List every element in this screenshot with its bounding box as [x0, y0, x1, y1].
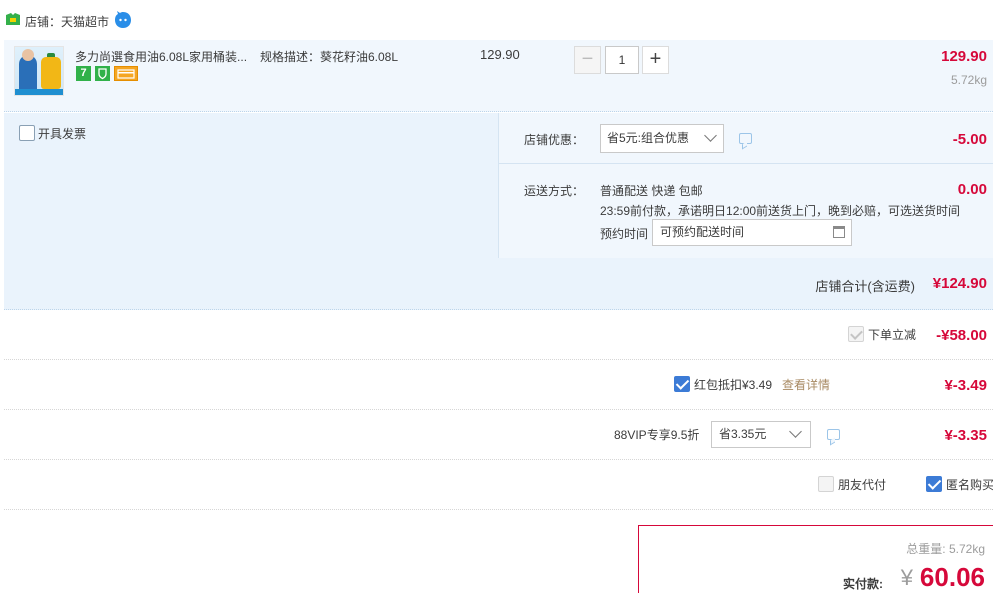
coupon-value: -5.00 — [952, 131, 987, 148]
anonymous-label: 匿名购买 — [946, 478, 993, 492]
quantity-stepper: − 1 + — [574, 46, 670, 74]
chevron-down-icon — [704, 129, 717, 142]
payment-summary: 总重量: 5.72kg 实付款: ¥ 60.06 — [638, 525, 993, 593]
wangwang-chat-icon[interactable] — [114, 11, 132, 29]
invoice-checkbox-box[interactable] — [19, 125, 35, 141]
vip-label: 88VIP专享9.5折 — [614, 428, 700, 442]
panel-divider — [499, 163, 993, 164]
instant-discount-label: 下单立减 — [868, 328, 917, 342]
shop-options-panel: 店铺优惠： 省5元:组合优惠 -5.00 运送方式： 普通配送 快递 包邮 23… — [498, 113, 993, 258]
quantity-decrease-button[interactable]: − — [574, 46, 601, 74]
friend-pay-checkbox[interactable]: 朋友代付 — [818, 476, 886, 493]
thumbnail-bottle — [41, 57, 61, 89]
appointment-placeholder: 可预约配送时间 — [660, 225, 745, 239]
calendar-icon[interactable] — [833, 226, 845, 238]
coupon-label: 店铺优惠： — [524, 133, 585, 147]
shop-total-value: ¥124.90 — [932, 275, 987, 292]
thumbnail-band — [15, 89, 63, 95]
thumbnail-head — [22, 49, 34, 61]
shipping-value: 0.00 — [957, 181, 987, 198]
shop-icon — [6, 13, 20, 25]
redpacket-value: ¥-3.49 — [944, 377, 987, 394]
appointment-time-input[interactable]: 可预约配送时间 — [652, 219, 852, 246]
instant-discount-checkbox: 下单立减 — [848, 326, 916, 343]
vip-discount-select[interactable]: 省3.35元 — [711, 421, 811, 448]
quantity-increase-button[interactable]: + — [642, 46, 669, 74]
redpacket-row: 红包抵扣¥3.49 查看详情 ¥-3.49 — [4, 360, 993, 410]
shop-total-row: 店铺合计(含运费) ¥124.90 — [4, 258, 993, 310]
invoice-checkbox[interactable]: 开具发票 — [19, 125, 86, 142]
redpacket-detail-link[interactable]: 查看详情 — [782, 378, 830, 392]
vip-selected-value: 省3.35元 — [719, 427, 767, 441]
instant-discount-row: 下单立减 -¥58.00 — [4, 310, 993, 360]
redpacket-checkbox[interactable]: 红包抵扣¥3.49 查看详情 — [674, 376, 830, 393]
shop-name[interactable]: 店铺：天猫超市 — [25, 13, 109, 30]
pay-amount: 60.06 — [919, 562, 985, 592]
seven-day-return-icon[interactable]: 7 — [76, 66, 91, 81]
shipping-promise: 23:59前付款，承诺明日12:00前送货上门，晚到必赔，可选送货时间 — [600, 204, 961, 218]
anonymous-checkbox[interactable]: 匿名购买 — [926, 476, 993, 493]
purchase-options-row: 朋友代付 匿名购买 — [4, 460, 993, 510]
friend-pay-label: 朋友代付 — [838, 478, 887, 492]
vip-discount-value: ¥-3.35 — [944, 427, 987, 444]
message-icon[interactable] — [827, 429, 840, 440]
pay-label: 实付款: — [843, 577, 883, 591]
shop-header: 店铺：天猫超市 — [0, 0, 993, 40]
friend-pay-checkbox-box[interactable] — [818, 476, 834, 492]
shipping-details: 普通配送 快递 包邮 23:59前付款，承诺明日12:00前送货上门，晚到必赔，… — [600, 181, 960, 221]
chevron-down-icon — [789, 425, 802, 438]
cart-item-row: 多力尚選食用油6.08L家用桶装... 规格描述：葵花籽油6.08L 7 129… — [4, 40, 993, 112]
message-icon[interactable] — [739, 133, 752, 144]
vip-discount-row: 88VIP专享9.5折 省3.35元 ¥-3.35 — [4, 410, 993, 460]
total-weight: 总重量: 5.72kg — [906, 542, 985, 556]
product-spec: 规格描述：葵花籽油6.08L — [260, 50, 399, 64]
shipping-method: 普通配送 快递 包邮 — [600, 184, 703, 198]
appointment-label: 预约时间 — [600, 227, 649, 241]
product-thumbnail[interactable] — [14, 46, 64, 96]
instant-discount-value: -¥58.00 — [936, 327, 987, 344]
guarantee-shield-icon[interactable] — [95, 66, 110, 81]
unit-price: 129.90 — [480, 47, 520, 62]
shipping-label: 运送方式： — [524, 184, 585, 198]
currency-symbol: ¥ — [900, 565, 913, 590]
redpacket-checkbox-box[interactable] — [674, 376, 690, 392]
instant-discount-checkbox-box — [848, 326, 864, 342]
anonymous-checkbox-box[interactable] — [926, 476, 942, 492]
shop-total-label: 店铺合计(含运费) — [815, 279, 915, 294]
quantity-input[interactable]: 1 — [605, 46, 639, 74]
item-weight: 5.72kg — [950, 73, 987, 87]
item-subtotal: 129.90 — [941, 48, 987, 65]
order-options: 开具发票 店铺优惠： 省5元:组合优惠 -5.00 运送方式： 普通配送 快递 … — [4, 113, 993, 258]
credit-card-icon[interactable] — [114, 66, 138, 81]
redpacket-label: 红包抵扣¥3.49 — [694, 378, 773, 392]
coupon-selected-value: 省5元:组合优惠 — [607, 131, 690, 145]
invoice-label: 开具发票 — [38, 127, 87, 141]
product-title[interactable]: 多力尚選食用油6.08L家用桶装... — [75, 48, 247, 65]
coupon-select[interactable]: 省5元:组合优惠 — [600, 124, 724, 153]
